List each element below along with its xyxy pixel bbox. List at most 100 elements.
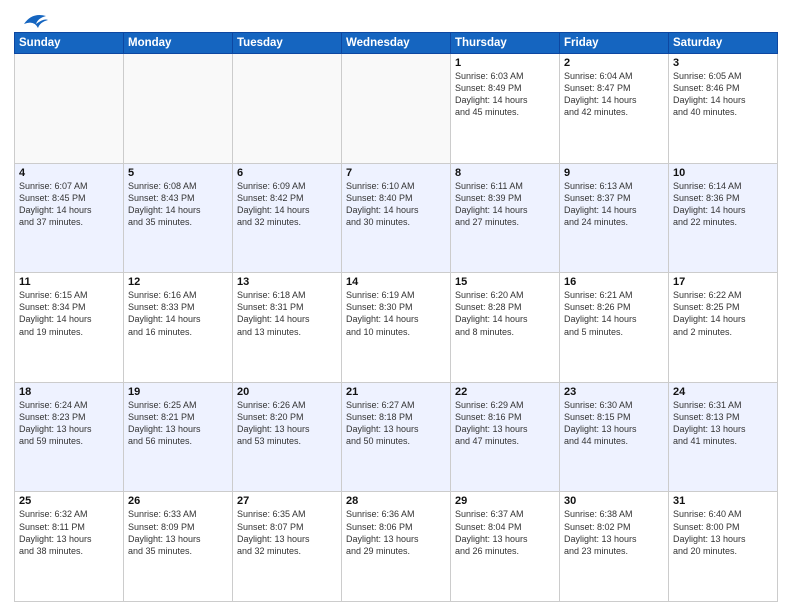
day-info: Sunrise: 6:13 AM Sunset: 8:37 PM Dayligh… <box>564 180 664 229</box>
calendar-cell: 27Sunrise: 6:35 AM Sunset: 8:07 PM Dayli… <box>233 492 342 602</box>
calendar-cell: 24Sunrise: 6:31 AM Sunset: 8:13 PM Dayli… <box>669 382 778 492</box>
day-number: 11 <box>19 276 119 288</box>
page: SundayMondayTuesdayWednesdayThursdayFrid… <box>0 0 792 612</box>
weekday-header-sunday: Sunday <box>15 33 124 54</box>
day-number: 14 <box>346 276 446 288</box>
calendar-cell: 1Sunrise: 6:03 AM Sunset: 8:49 PM Daylig… <box>451 54 560 164</box>
day-number: 24 <box>673 386 773 398</box>
calendar-cell: 30Sunrise: 6:38 AM Sunset: 8:02 PM Dayli… <box>560 492 669 602</box>
day-info: Sunrise: 6:15 AM Sunset: 8:34 PM Dayligh… <box>19 289 119 338</box>
calendar-cell: 18Sunrise: 6:24 AM Sunset: 8:23 PM Dayli… <box>15 382 124 492</box>
day-number: 15 <box>455 276 555 288</box>
calendar-cell: 6Sunrise: 6:09 AM Sunset: 8:42 PM Daylig… <box>233 163 342 273</box>
calendar-cell: 25Sunrise: 6:32 AM Sunset: 8:11 PM Dayli… <box>15 492 124 602</box>
day-info: Sunrise: 6:36 AM Sunset: 8:06 PM Dayligh… <box>346 508 446 557</box>
week-row-3: 11Sunrise: 6:15 AM Sunset: 8:34 PM Dayli… <box>15 273 778 383</box>
calendar-cell: 16Sunrise: 6:21 AM Sunset: 8:26 PM Dayli… <box>560 273 669 383</box>
calendar-cell: 26Sunrise: 6:33 AM Sunset: 8:09 PM Dayli… <box>124 492 233 602</box>
calendar-cell <box>342 54 451 164</box>
day-info: Sunrise: 6:14 AM Sunset: 8:36 PM Dayligh… <box>673 180 773 229</box>
calendar-cell: 19Sunrise: 6:25 AM Sunset: 8:21 PM Dayli… <box>124 382 233 492</box>
day-info: Sunrise: 6:29 AM Sunset: 8:16 PM Dayligh… <box>455 399 555 448</box>
calendar-cell: 15Sunrise: 6:20 AM Sunset: 8:28 PM Dayli… <box>451 273 560 383</box>
day-info: Sunrise: 6:16 AM Sunset: 8:33 PM Dayligh… <box>128 289 228 338</box>
day-number: 17 <box>673 276 773 288</box>
day-number: 16 <box>564 276 664 288</box>
calendar-cell: 13Sunrise: 6:18 AM Sunset: 8:31 PM Dayli… <box>233 273 342 383</box>
day-info: Sunrise: 6:08 AM Sunset: 8:43 PM Dayligh… <box>128 180 228 229</box>
day-info: Sunrise: 6:04 AM Sunset: 8:47 PM Dayligh… <box>564 70 664 119</box>
day-info: Sunrise: 6:37 AM Sunset: 8:04 PM Dayligh… <box>455 508 555 557</box>
day-info: Sunrise: 6:32 AM Sunset: 8:11 PM Dayligh… <box>19 508 119 557</box>
day-number: 5 <box>128 167 228 179</box>
calendar-cell: 31Sunrise: 6:40 AM Sunset: 8:00 PM Dayli… <box>669 492 778 602</box>
header <box>14 10 778 26</box>
calendar-cell: 12Sunrise: 6:16 AM Sunset: 8:33 PM Dayli… <box>124 273 233 383</box>
weekday-header-friday: Friday <box>560 33 669 54</box>
day-number: 20 <box>237 386 337 398</box>
day-number: 4 <box>19 167 119 179</box>
calendar-cell: 23Sunrise: 6:30 AM Sunset: 8:15 PM Dayli… <box>560 382 669 492</box>
day-info: Sunrise: 6:10 AM Sunset: 8:40 PM Dayligh… <box>346 180 446 229</box>
day-number: 26 <box>128 495 228 507</box>
day-number: 6 <box>237 167 337 179</box>
calendar-cell <box>124 54 233 164</box>
day-number: 10 <box>673 167 773 179</box>
day-info: Sunrise: 6:18 AM Sunset: 8:31 PM Dayligh… <box>237 289 337 338</box>
day-info: Sunrise: 6:20 AM Sunset: 8:28 PM Dayligh… <box>455 289 555 338</box>
day-number: 19 <box>128 386 228 398</box>
day-info: Sunrise: 6:31 AM Sunset: 8:13 PM Dayligh… <box>673 399 773 448</box>
calendar-cell: 11Sunrise: 6:15 AM Sunset: 8:34 PM Dayli… <box>15 273 124 383</box>
day-info: Sunrise: 6:03 AM Sunset: 8:49 PM Dayligh… <box>455 70 555 119</box>
calendar-cell: 14Sunrise: 6:19 AM Sunset: 8:30 PM Dayli… <box>342 273 451 383</box>
calendar-cell: 2Sunrise: 6:04 AM Sunset: 8:47 PM Daylig… <box>560 54 669 164</box>
weekday-header-saturday: Saturday <box>669 33 778 54</box>
day-number: 29 <box>455 495 555 507</box>
day-number: 22 <box>455 386 555 398</box>
calendar-cell <box>15 54 124 164</box>
day-info: Sunrise: 6:09 AM Sunset: 8:42 PM Dayligh… <box>237 180 337 229</box>
day-info: Sunrise: 6:40 AM Sunset: 8:00 PM Dayligh… <box>673 508 773 557</box>
calendar-cell: 4Sunrise: 6:07 AM Sunset: 8:45 PM Daylig… <box>15 163 124 273</box>
calendar-cell: 17Sunrise: 6:22 AM Sunset: 8:25 PM Dayli… <box>669 273 778 383</box>
week-row-2: 4Sunrise: 6:07 AM Sunset: 8:45 PM Daylig… <box>15 163 778 273</box>
calendar-cell: 7Sunrise: 6:10 AM Sunset: 8:40 PM Daylig… <box>342 163 451 273</box>
day-info: Sunrise: 6:21 AM Sunset: 8:26 PM Dayligh… <box>564 289 664 338</box>
day-number: 21 <box>346 386 446 398</box>
calendar-cell: 22Sunrise: 6:29 AM Sunset: 8:16 PM Dayli… <box>451 382 560 492</box>
day-number: 8 <box>455 167 555 179</box>
day-number: 27 <box>237 495 337 507</box>
day-number: 25 <box>19 495 119 507</box>
calendar-cell: 8Sunrise: 6:11 AM Sunset: 8:39 PM Daylig… <box>451 163 560 273</box>
day-info: Sunrise: 6:35 AM Sunset: 8:07 PM Dayligh… <box>237 508 337 557</box>
day-info: Sunrise: 6:27 AM Sunset: 8:18 PM Dayligh… <box>346 399 446 448</box>
calendar-cell: 20Sunrise: 6:26 AM Sunset: 8:20 PM Dayli… <box>233 382 342 492</box>
day-number: 2 <box>564 57 664 69</box>
calendar-cell: 21Sunrise: 6:27 AM Sunset: 8:18 PM Dayli… <box>342 382 451 492</box>
day-number: 18 <box>19 386 119 398</box>
calendar-cell: 9Sunrise: 6:13 AM Sunset: 8:37 PM Daylig… <box>560 163 669 273</box>
logo <box>14 10 48 26</box>
calendar-cell <box>233 54 342 164</box>
calendar-table: SundayMondayTuesdayWednesdayThursdayFrid… <box>14 32 778 602</box>
day-number: 23 <box>564 386 664 398</box>
day-info: Sunrise: 6:19 AM Sunset: 8:30 PM Dayligh… <box>346 289 446 338</box>
day-info: Sunrise: 6:24 AM Sunset: 8:23 PM Dayligh… <box>19 399 119 448</box>
day-info: Sunrise: 6:26 AM Sunset: 8:20 PM Dayligh… <box>237 399 337 448</box>
day-info: Sunrise: 6:05 AM Sunset: 8:46 PM Dayligh… <box>673 70 773 119</box>
weekday-header-thursday: Thursday <box>451 33 560 54</box>
weekday-header-wednesday: Wednesday <box>342 33 451 54</box>
calendar-cell: 28Sunrise: 6:36 AM Sunset: 8:06 PM Dayli… <box>342 492 451 602</box>
weekday-header-row: SundayMondayTuesdayWednesdayThursdayFrid… <box>15 33 778 54</box>
calendar-cell: 10Sunrise: 6:14 AM Sunset: 8:36 PM Dayli… <box>669 163 778 273</box>
day-number: 30 <box>564 495 664 507</box>
day-info: Sunrise: 6:07 AM Sunset: 8:45 PM Dayligh… <box>19 180 119 229</box>
day-number: 3 <box>673 57 773 69</box>
calendar-cell: 29Sunrise: 6:37 AM Sunset: 8:04 PM Dayli… <box>451 492 560 602</box>
day-number: 12 <box>128 276 228 288</box>
weekday-header-monday: Monday <box>124 33 233 54</box>
calendar-cell: 3Sunrise: 6:05 AM Sunset: 8:46 PM Daylig… <box>669 54 778 164</box>
day-number: 13 <box>237 276 337 288</box>
day-info: Sunrise: 6:25 AM Sunset: 8:21 PM Dayligh… <box>128 399 228 448</box>
week-row-1: 1Sunrise: 6:03 AM Sunset: 8:49 PM Daylig… <box>15 54 778 164</box>
